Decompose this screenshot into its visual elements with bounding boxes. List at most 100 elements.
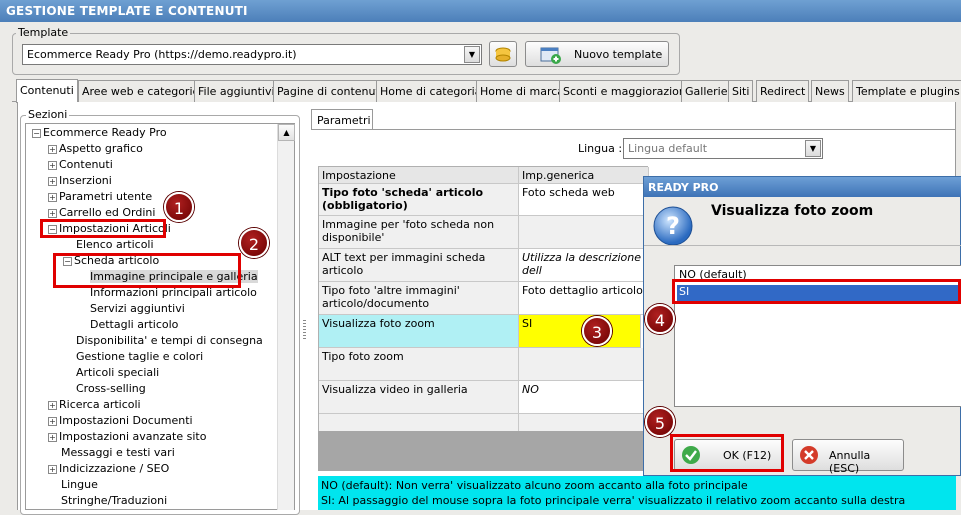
tree-node-cross-selling[interactable]: Cross-selling xyxy=(76,382,146,395)
tree-node-parametri-utente[interactable]: + Parametri utente xyxy=(48,190,152,203)
language-select[interactable]: Lingua default ▼ xyxy=(623,138,823,159)
cancel-button[interactable]: Annulla (ESC) xyxy=(792,439,904,475)
sections-label: Sezioni xyxy=(26,108,70,121)
row-value[interactable]: SI xyxy=(519,315,641,348)
tree-node-dettagli-articolo[interactable]: Dettagli articolo xyxy=(90,318,178,331)
row-value[interactable]: Utilizza la descrizione dell xyxy=(519,249,649,282)
tree-node-ricerca-articoli[interactable]: + Ricerca articoli xyxy=(48,398,141,411)
tab-file-aggiuntivi[interactable]: File aggiuntivi xyxy=(194,80,279,102)
question-icon: ? xyxy=(653,206,693,246)
tree-node-contenuti[interactable]: + Contenuti xyxy=(48,158,113,171)
template-select[interactable]: Ecommerce Ready Pro (https://demo.readyp… xyxy=(22,44,482,65)
highlight-box-ok xyxy=(670,434,784,472)
chevron-down-icon[interactable]: ▼ xyxy=(805,140,821,157)
cancel-label: Annulla (ESC) xyxy=(829,449,871,475)
tab-template-plugins[interactable]: Template e plugins xyxy=(852,80,961,102)
sections-tree: − Ecommerce Ready Pro + Aspetto grafico + C… xyxy=(25,123,295,510)
row-name: Tipo foto zoom xyxy=(319,348,519,381)
step-badge-4: 4 xyxy=(645,304,675,334)
tab-contenuti[interactable]: Contenuti xyxy=(16,79,78,103)
step-badge-5: 5 xyxy=(645,407,675,437)
tree-node-impostazioni-documenti[interactable]: + Impostazioni Documenti xyxy=(48,414,193,427)
new-template-label: Nuovo template xyxy=(574,48,663,61)
dialog-divider xyxy=(644,245,961,246)
tree-node-messaggi[interactable]: Messaggi e testi vari xyxy=(61,446,175,459)
row-name: Immagine per 'foto scheda non disponibil… xyxy=(319,216,519,249)
open-template-button[interactable] xyxy=(489,41,517,67)
scroll-up-icon[interactable]: ▲ xyxy=(278,124,295,141)
tree-node-impostazioni-avanzate[interactable]: + Impostazioni avanzate sito xyxy=(48,430,206,443)
template-group-label: Template xyxy=(16,26,71,39)
tab-gallerie[interactable]: Gallerie xyxy=(681,80,732,102)
step-badge-3: 3 xyxy=(582,316,612,346)
tree-node-disponibilita[interactable]: Disponibilita' e tempi di consegna xyxy=(76,334,263,347)
svg-text:?: ? xyxy=(666,212,680,240)
tree-node-taglie-colori[interactable]: Gestione taglie e colori xyxy=(76,350,203,363)
row-value[interactable] xyxy=(519,216,649,249)
expand-icon[interactable]: + xyxy=(48,401,57,410)
highlight-box-si-option xyxy=(672,279,961,304)
help-line-no: NO (default): Non verra' visualizzato al… xyxy=(321,479,748,492)
language-label: Lingua : xyxy=(578,142,623,155)
step-badge-1: 1 xyxy=(164,192,194,222)
tree-scrollbar[interactable]: ▲ xyxy=(277,124,295,510)
tab-parametri[interactable]: Parametri xyxy=(311,109,373,130)
template-select-value: Ecommerce Ready Pro (https://demo.readyp… xyxy=(27,48,297,61)
col-header-value: Imp.generica xyxy=(519,167,649,184)
expand-icon[interactable]: + xyxy=(48,177,57,186)
tab-home-categoria[interactable]: Home di categoria xyxy=(376,80,486,102)
help-text: NO (default): Non verra' visualizzato al… xyxy=(318,476,956,510)
tab-news[interactable]: News xyxy=(811,80,849,102)
row-name: Tipo foto 'scheda' articolo (obbligatori… xyxy=(319,184,519,216)
expand-icon[interactable]: + xyxy=(48,433,57,442)
tab-redirect[interactable]: Redirect xyxy=(756,80,810,102)
expand-icon[interactable]: + xyxy=(48,145,57,154)
collapse-icon[interactable]: − xyxy=(32,129,41,138)
tree-node-inserzioni[interactable]: + Inserzioni xyxy=(48,174,112,187)
expand-icon[interactable]: + xyxy=(48,161,57,170)
tree-node-lingue[interactable]: Lingue xyxy=(61,478,98,491)
tree-node-servizi-aggiuntivi[interactable]: Servizi aggiuntivi xyxy=(90,302,185,315)
row-name: Visualizza foto zoom xyxy=(319,315,519,348)
params-grid: Impostazione Imp.generica Tipo foto 'sch… xyxy=(318,166,649,432)
expand-icon[interactable]: + xyxy=(48,193,57,202)
splitter-handle[interactable] xyxy=(303,320,306,340)
tab-siti[interactable]: Siti xyxy=(728,80,754,102)
tab-pagine-contenuti[interactable]: Pagine di contenuti xyxy=(273,80,387,102)
tree-node-stringhe[interactable]: Stringhe/Traduzioni xyxy=(61,494,167,507)
new-template-button[interactable]: Nuovo template xyxy=(525,41,669,67)
expand-icon[interactable]: + xyxy=(48,417,57,426)
help-line-si: SI: Al passaggio del mouse sopra la foto… xyxy=(321,494,906,507)
expand-icon[interactable]: + xyxy=(48,465,57,474)
highlight-box-scheda xyxy=(53,253,241,288)
chevron-down-icon[interactable]: ▼ xyxy=(464,46,480,63)
step-badge-2: 2 xyxy=(239,228,269,258)
tree-node-indicizzazione[interactable]: + Indicizzazione / SEO xyxy=(48,462,169,475)
row-name: ALT text per immagini scheda articolo xyxy=(319,249,519,282)
row-name: Visualizza video in galleria xyxy=(319,381,519,414)
dialog-heading: Visualizza foto zoom xyxy=(711,203,874,219)
row-value[interactable]: Foto dettaglio articolo xyxy=(519,282,649,315)
row-name: Tipo foto 'altre immagini' articolo/docu… xyxy=(319,282,519,315)
tree-node-carrello[interactable]: + Carrello ed Ordini xyxy=(48,206,155,219)
main-tabs: Contenuti Aree web e categorie File aggi… xyxy=(16,79,961,103)
tab-home-marca[interactable]: Home di marca xyxy=(476,80,569,102)
tree-node-elenco-articoli[interactable]: Elenco articoli xyxy=(76,238,154,251)
tree-node-articoli-speciali[interactable]: Articoli speciali xyxy=(76,366,159,379)
row-value[interactable]: Foto scheda web xyxy=(519,184,649,216)
row-value[interactable] xyxy=(519,348,649,381)
row-value[interactable]: NO xyxy=(519,381,649,414)
tree-node-aspetto[interactable]: + Aspetto grafico xyxy=(48,142,143,155)
grid-footer xyxy=(318,431,648,471)
close-icon xyxy=(800,446,818,464)
row-empty xyxy=(319,414,519,432)
zoom-dialog: READY PRO ? Visualizza foto zoom NO (def… xyxy=(643,176,961,476)
new-window-icon xyxy=(540,47,561,64)
params-tab-line xyxy=(311,129,956,130)
expand-icon[interactable]: + xyxy=(48,209,57,218)
row-empty xyxy=(519,414,649,432)
tree-node-root[interactable]: − Ecommerce Ready Pro xyxy=(32,126,167,139)
tab-aree-web[interactable]: Aree web e categorie xyxy=(78,80,204,102)
database-icon xyxy=(495,47,511,62)
tab-sconti[interactable]: Sconti e maggiorazioni xyxy=(559,80,693,102)
